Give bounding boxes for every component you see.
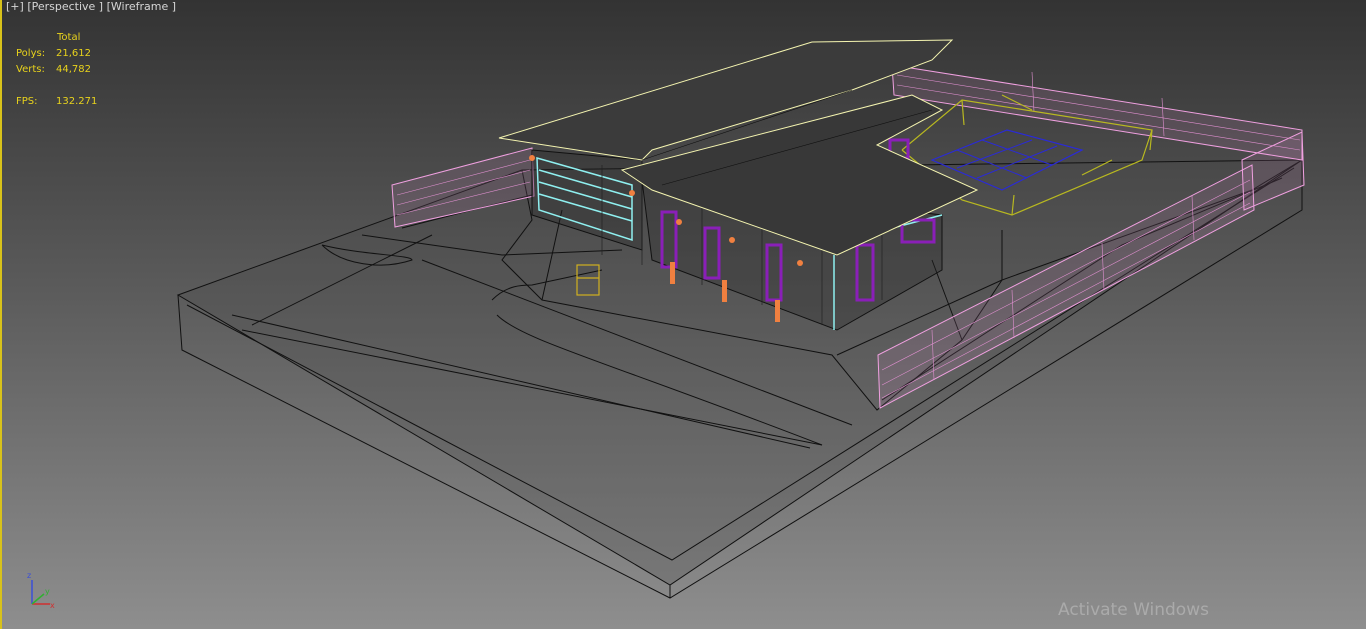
viewport-labels: [+] [Perspective ] [Wireframe ]	[6, 0, 176, 13]
axis-x-label: x	[50, 601, 55, 610]
viewport-menu-plus[interactable]: [+]	[6, 0, 24, 13]
stats-verts-label: Verts:	[16, 64, 45, 75]
axis-gizmo-icon: z y x	[27, 571, 55, 610]
stats-polys-value: 21,612	[56, 48, 91, 59]
viewport-shading-label[interactable]: [Wireframe ]	[107, 0, 176, 13]
activate-windows-watermark: Activate Windows	[1058, 600, 1209, 620]
viewport-view-label[interactable]: [Perspective ]	[27, 0, 103, 13]
perspective-viewport[interactable]: [+] [Perspective ] [Wireframe ] Total Po…	[0, 0, 1366, 629]
axis-y-label: y	[45, 587, 50, 596]
statistics-overlay: Total Polys: 21,612 Verts: 44,782 FPS: 1…	[16, 30, 97, 110]
stats-verts-value: 44,782	[56, 64, 91, 75]
stats-polys-label: Polys:	[16, 48, 46, 59]
stats-fps-value: 132.271	[56, 96, 98, 107]
axis-z-label: z	[27, 571, 31, 580]
stats-total-header: Total	[57, 32, 81, 43]
stats-fps-label: FPS:	[16, 96, 38, 107]
scene-wireframe[interactable]	[2, 0, 1366, 629]
